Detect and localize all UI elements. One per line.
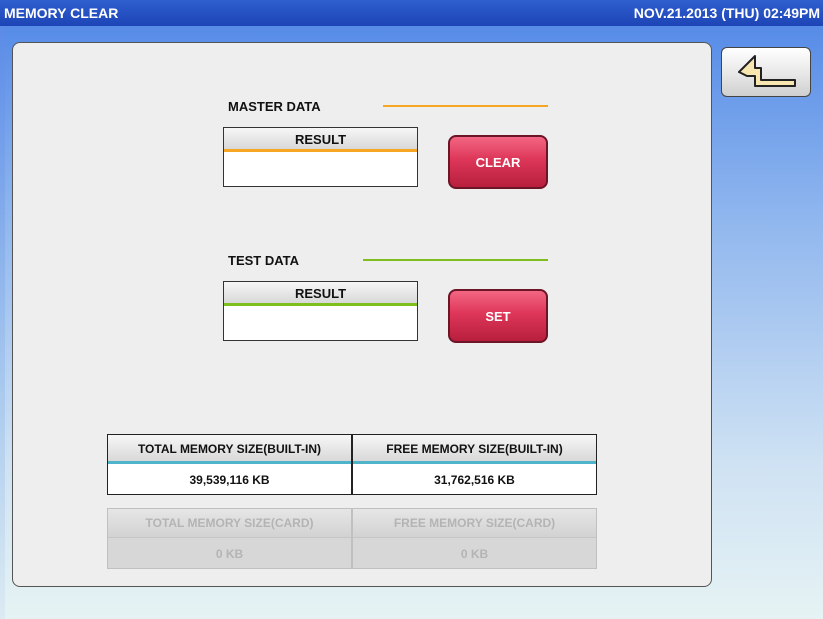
clear-button[interactable]: CLEAR — [448, 135, 548, 189]
test-result-header: RESULT — [224, 282, 417, 306]
total-memory-card-value: 0 KB — [215, 547, 244, 561]
title-bar: MEMORY CLEAR NOV.21.2013 (THU) 02:49PM — [0, 0, 823, 26]
return-arrow-icon — [738, 55, 796, 87]
left-edge — [0, 26, 5, 619]
master-data-line — [383, 105, 548, 107]
total-memory-card: TOTAL MEMORY SIZE(CARD) 0 KB — [107, 508, 352, 569]
test-data-label: TEST DATA — [228, 253, 300, 268]
free-memory-builtin: FREE MEMORY SIZE(BUILT-IN) 31,762,516 KB — [352, 434, 597, 495]
master-result-header: RESULT — [224, 128, 417, 152]
test-data-line — [363, 259, 548, 261]
total-memory-builtin-value: 39,539,116 KB — [189, 473, 270, 487]
main-panel: MASTER DATA RESULT CLEAR TEST DATA RESUL… — [12, 42, 712, 587]
master-result-box: RESULT — [223, 127, 418, 187]
free-memory-builtin-value: 31,762,516 KB — [434, 473, 515, 487]
test-result-box: RESULT — [223, 281, 418, 341]
date-time: NOV.21.2013 (THU) 02:49PM — [633, 5, 820, 21]
free-memory-card: FREE MEMORY SIZE(CARD) 0 KB — [352, 508, 597, 569]
free-memory-builtin-label: FREE MEMORY SIZE(BUILT-IN) — [353, 435, 596, 464]
total-memory-builtin: TOTAL MEMORY SIZE(BUILT-IN) 39,539,116 K… — [107, 434, 352, 495]
total-memory-card-label: TOTAL MEMORY SIZE(CARD) — [108, 509, 351, 538]
free-memory-card-value: 0 KB — [460, 547, 489, 561]
free-memory-card-label: FREE MEMORY SIZE(CARD) — [353, 509, 596, 538]
back-button[interactable] — [721, 47, 811, 97]
set-button[interactable]: SET — [448, 289, 548, 343]
window-title: MEMORY CLEAR — [4, 5, 119, 21]
total-memory-builtin-label: TOTAL MEMORY SIZE(BUILT-IN) — [108, 435, 351, 464]
master-data-label: MASTER DATA — [228, 99, 321, 114]
